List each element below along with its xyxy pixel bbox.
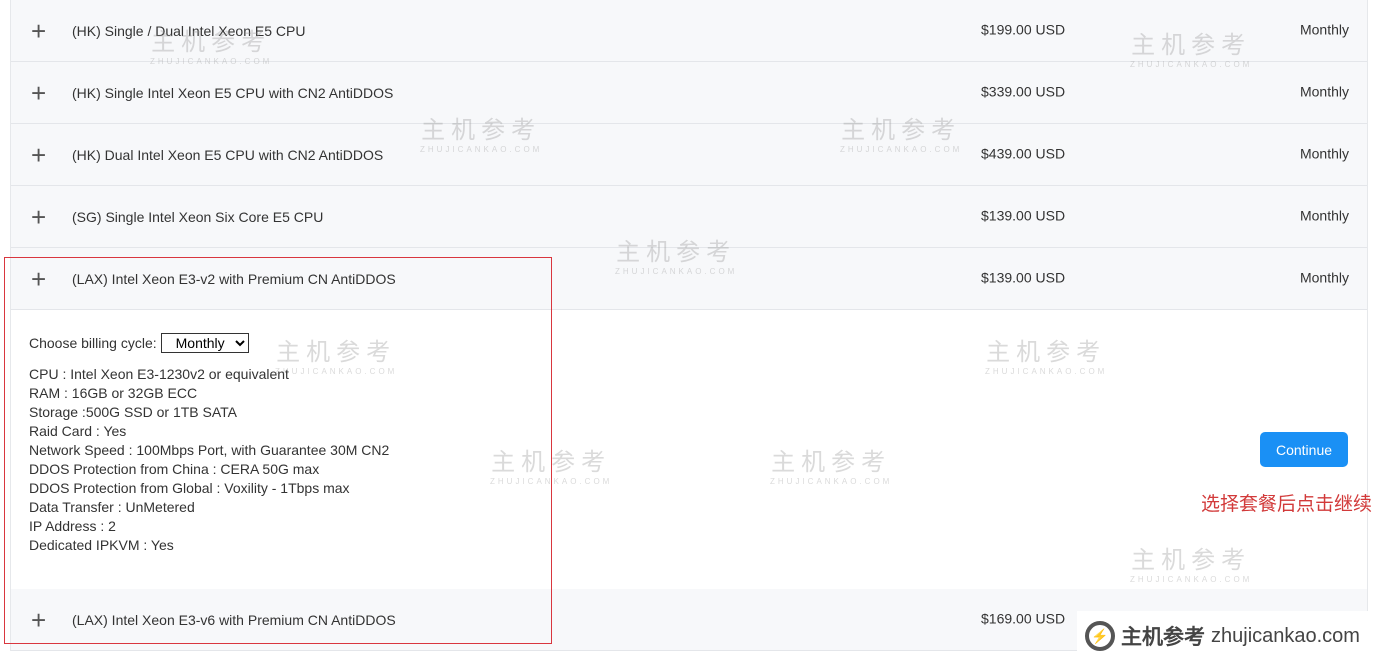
product-cycle: Monthly [1299,82,1349,99]
plus-icon[interactable]: + [31,266,46,292]
product-price: $139.00 USD [981,206,1066,223]
spec-item: RAM : 16GB or 32GB ECC [29,385,198,401]
product-name: (HK) Single Intel Xeon E5 CPU with CN2 A… [72,84,394,101]
spec-item: Storage :500G SSD or 1TB SATA [29,404,238,420]
product-cycle: Monthly [1299,206,1349,223]
plus-icon[interactable]: + [31,607,46,633]
product-cycle: Monthly [1299,20,1349,37]
product-name: (HK) Dual Intel Xeon E5 CPU with CN2 Ant… [72,146,384,163]
plus-icon[interactable]: + [31,18,46,44]
spec-item: Dedicated IPKVM : Yes [29,537,174,553]
spec-item: DDOS Protection from China : CERA 50G ma… [29,461,320,477]
annotation-text: 选择套餐后点击继续 [1200,493,1372,515]
product-cycle: Monthly [1299,144,1349,161]
product-price: $339.00 USD [981,82,1066,99]
plus-icon[interactable]: + [31,204,46,230]
product-name: (LAX) Intel Xeon E3-v2 with Premium CN A… [72,270,396,287]
plus-icon[interactable]: + [31,80,46,106]
product-price: $139.00 USD [981,268,1066,285]
product-row[interactable]: + (SG) Single Intel Xeon Six Core E5 CPU $… [11,186,1367,248]
billing-cycle: Choose billing cycle: Monthly [29,333,249,353]
spec-item: DDOS Protection from Global : Voxility -… [29,480,350,496]
product-list: + (HK) Single / Dual Intel Xeon E5 CPU $19… [10,0,1368,651]
product-row[interactable]: + (HK) Single Intel Xeon E5 CPU with CN2 … [11,62,1367,124]
spec-item: Network Speed : 100Mbps Port, with Guara… [29,442,390,458]
billing-cycle-select[interactable]: Monthly [160,333,249,353]
product-name: (HK) Single / Dual Intel Xeon E5 CPU [72,22,306,39]
spec-item: Raid Card : Yes [29,423,127,439]
spec-item: CPU : Intel Xeon E3-1230v2 or equivalent [29,366,289,382]
plus-icon[interactable]: + [31,142,46,168]
product-name: (SG) Single Intel Xeon Six Core E5 CPU [72,208,324,225]
billing-label: Choose billing cycle: [29,335,157,351]
product-row[interactable]: + (HK) Dual Intel Xeon E5 CPU with CN2 An… [11,124,1367,186]
product-price: $199.00 USD [981,20,1066,37]
site-logo: ⚡ 主机参考 zhujicankao.com [1077,611,1376,661]
lightning-icon: ⚡ [1085,621,1115,651]
spec-list: CPU : Intel Xeon E3-1230v2 or equivalent… [29,365,389,555]
product-price: $169.00 USD [981,609,1066,626]
spec-item: Data Transfer : UnMetered [29,499,195,515]
spec-item: IP Address : 2 [29,518,116,534]
product-row-expanded[interactable]: + (LAX) Intel Xeon E3-v2 with Premium CN … [11,248,1367,310]
product-price: $439.00 USD [981,144,1066,161]
product-name: (LAX) Intel Xeon E3-v6 with Premium CN A… [72,611,396,628]
product-row[interactable]: + (HK) Single / Dual Intel Xeon E5 CPU $19… [11,0,1367,62]
continue-button[interactable]: Continue [1260,432,1348,467]
product-detail: Choose billing cycle: Monthly CPU : Inte… [11,310,1367,589]
product-cycle: Monthly [1299,268,1349,285]
